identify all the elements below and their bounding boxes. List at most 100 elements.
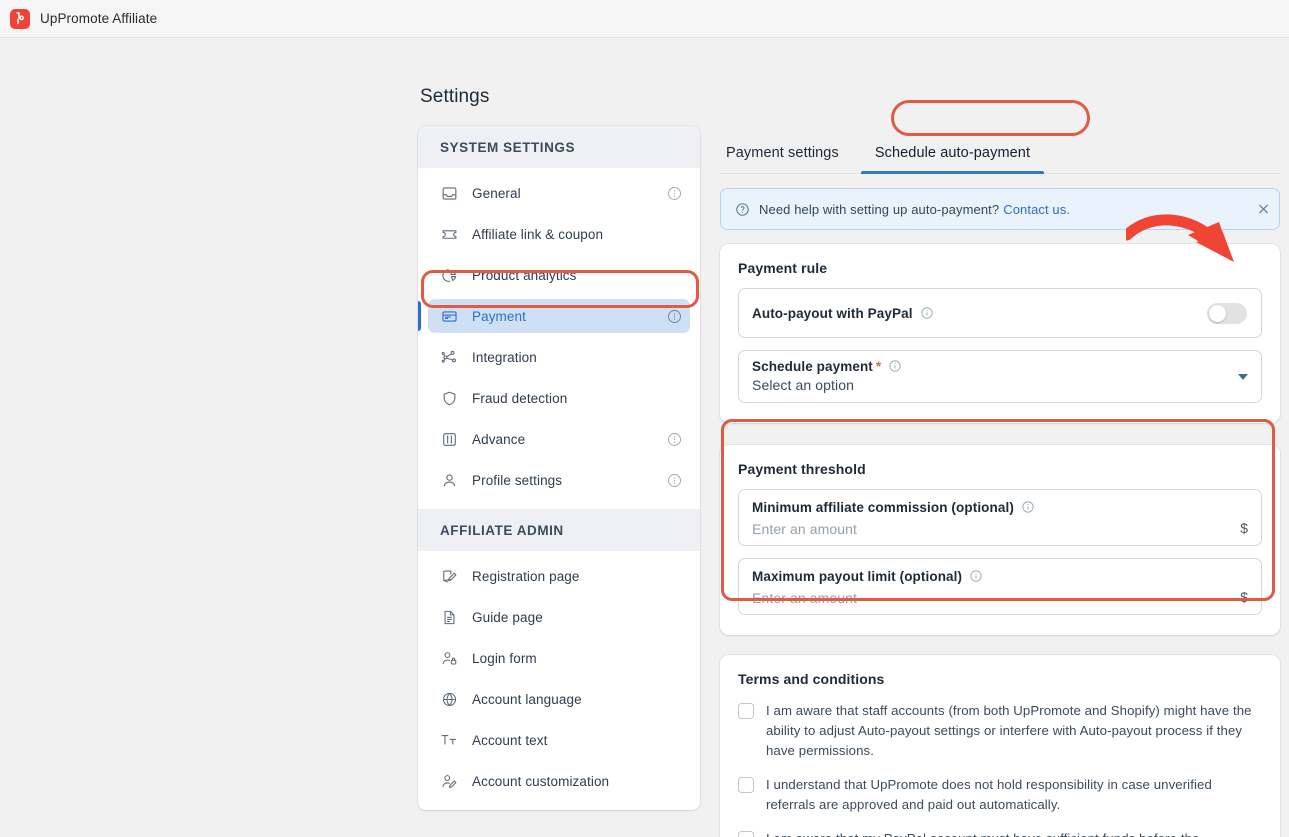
sliders-icon xyxy=(438,428,460,450)
sidebar-item-label: Profile settings xyxy=(472,472,563,488)
toggle-knob xyxy=(1209,304,1226,322)
info-circle-icon[interactable] xyxy=(920,306,934,320)
auto-payout-toggle[interactable] xyxy=(1207,302,1247,324)
sidebar-item-affiliate-link-coupon[interactable]: Affiliate link & coupon xyxy=(428,217,690,251)
minimum-affiliate-commission-field[interactable]: Minimum affiliate commission (optional) … xyxy=(738,489,1262,546)
terms-text: I understand that UpPromote does not hol… xyxy=(766,777,1212,812)
credit-card-icon xyxy=(438,305,460,327)
uppromote-logo-icon xyxy=(10,8,30,29)
terms-text: I am aware that my PayPal account must h… xyxy=(766,829,1262,837)
app-title: UpPromote Affiliate xyxy=(40,11,158,26)
info-circle-icon[interactable] xyxy=(888,359,902,373)
form-edit-icon xyxy=(438,565,460,587)
more-options-icon[interactable] xyxy=(667,473,682,488)
page-title: Settings xyxy=(420,86,490,107)
more-options-icon[interactable] xyxy=(667,432,682,447)
sidebar-item-account-customization[interactable]: Account customization xyxy=(428,764,690,798)
auto-payout-label: Auto-payout with PayPal xyxy=(752,305,913,321)
terms-checkbox-3[interactable] xyxy=(738,831,754,837)
active-indicator-rail xyxy=(418,301,421,331)
minimum-affiliate-commission-input[interactable] xyxy=(752,521,1231,537)
text-format-icon xyxy=(438,729,460,751)
auto-payout-field: Auto-payout with PayPal xyxy=(738,288,1262,338)
payment-rule-title: Payment rule xyxy=(738,260,828,276)
sidebar-item-integration[interactable]: Integration xyxy=(428,340,690,374)
sidebar-item-product-analytics[interactable]: Product analytics xyxy=(428,258,690,292)
more-options-icon[interactable] xyxy=(667,186,682,201)
sidebar-group-affiliate-admin: Registration page Guide page Login form … xyxy=(418,551,700,810)
person-lock-icon xyxy=(438,647,460,669)
close-icon[interactable] xyxy=(1257,203,1270,216)
schedule-payment-select[interactable]: Schedule payment * Select an option xyxy=(738,350,1262,403)
nodes-icon xyxy=(438,346,460,368)
terms-item: I understand that UpPromote does not hol… xyxy=(738,775,1262,815)
ticket-icon xyxy=(438,223,460,245)
info-circle-icon[interactable] xyxy=(969,569,983,583)
sidebar-item-login-form[interactable]: Login form xyxy=(428,641,690,675)
payment-threshold-card: Payment threshold Minimum affiliate comm… xyxy=(720,445,1280,635)
tab-payment-settings[interactable]: Payment settings xyxy=(720,145,845,173)
help-banner-text: Need help with setting up auto-payment? xyxy=(759,201,1000,217)
sidebar-item-account-language[interactable]: Account language xyxy=(428,682,690,716)
help-banner: Need help with setting up auto-payment? … xyxy=(720,188,1280,230)
sidebar-item-label: Account customization xyxy=(472,773,610,789)
terms-title: Terms and conditions xyxy=(738,671,885,687)
sidebar-section-system-settings: SYSTEM SETTINGS xyxy=(418,126,700,168)
sidebar-item-guide-page[interactable]: Guide page xyxy=(428,600,690,634)
pie-chart-icon xyxy=(438,264,460,286)
maximum-payout-limit-input[interactable] xyxy=(752,590,1231,606)
sidebar-item-fraud-detection[interactable]: Fraud detection xyxy=(428,381,690,415)
sidebar-item-label: Advance xyxy=(472,431,526,447)
required-marker: * xyxy=(875,359,882,374)
sidebar-item-advance[interactable]: Advance xyxy=(428,422,690,456)
sidebar-item-profile-settings[interactable]: Profile settings xyxy=(428,463,690,497)
terms-and-conditions-card: Terms and conditions I am aware that sta… xyxy=(720,655,1280,837)
question-circle-icon xyxy=(735,202,750,217)
payment-rule-card: Payment rule Auto-payout with PayPal Sch… xyxy=(720,244,1280,423)
sidebar-section-affiliate-admin: AFFILIATE ADMIN xyxy=(418,509,700,551)
sidebar-item-label: Payment xyxy=(472,308,526,324)
inbox-icon xyxy=(438,182,460,204)
maximum-payout-limit-label: Maximum payout limit (optional) xyxy=(752,569,983,584)
terms-item: I am aware that staff accounts (from bot… xyxy=(738,701,1262,761)
sidebar-group-system-settings: General Affiliate link & coupon Product … xyxy=(418,168,700,509)
page-body: Settings SYSTEM SETTINGS General Affilia… xyxy=(0,38,1289,837)
contact-us-link[interactable]: Contact us. xyxy=(1003,202,1070,217)
sidebar-item-label: Fraud detection xyxy=(472,390,568,406)
schedule-payment-label: Schedule payment * xyxy=(752,359,1227,374)
tab-schedule-auto-payment[interactable]: Schedule auto-payment xyxy=(860,145,1045,174)
schedule-payment-value: Select an option xyxy=(752,377,855,393)
sidebar-item-label: Account language xyxy=(472,691,582,707)
sidebar-item-label: Account text xyxy=(472,732,548,748)
main-panel: Payment settings Schedule auto-payment N… xyxy=(720,126,1280,837)
sidebar-item-account-text[interactable]: Account text xyxy=(428,723,690,757)
sidebar-item-general[interactable]: General xyxy=(428,176,690,210)
currency-symbol: $ xyxy=(1240,589,1248,605)
terms-checkbox-2[interactable] xyxy=(738,777,754,793)
terms-item: I am aware that my PayPal account must h… xyxy=(738,829,1262,837)
sidebar-item-label: Integration xyxy=(472,349,537,365)
maximum-payout-limit-field[interactable]: Maximum payout limit (optional) $ xyxy=(738,558,1262,615)
shield-icon xyxy=(438,387,460,409)
person-icon xyxy=(438,469,460,491)
settings-sidebar: SYSTEM SETTINGS General Affiliate link &… xyxy=(418,126,700,810)
sidebar-item-label: Guide page xyxy=(472,609,543,625)
currency-symbol: $ xyxy=(1240,520,1248,536)
payment-threshold-title: Payment threshold xyxy=(738,461,866,477)
document-icon xyxy=(438,606,460,628)
sidebar-item-label: Product analytics xyxy=(472,267,577,283)
terms-checkbox-1[interactable] xyxy=(738,703,754,719)
more-options-icon[interactable] xyxy=(667,309,682,324)
chevron-down-icon[interactable] xyxy=(1238,373,1248,380)
sidebar-item-label: General xyxy=(472,185,521,201)
globe-icon xyxy=(438,688,460,710)
sidebar-item-label: Affiliate link & coupon xyxy=(472,226,604,242)
person-edit-icon xyxy=(438,770,460,792)
sidebar-item-label: Registration page xyxy=(472,568,580,584)
terms-text: I am aware that staff accounts (from bot… xyxy=(766,703,1252,758)
sidebar-item-registration-page[interactable]: Registration page xyxy=(428,559,690,593)
minimum-affiliate-commission-label: Minimum affiliate commission (optional) xyxy=(752,500,1035,515)
info-circle-icon[interactable] xyxy=(1021,500,1035,514)
sidebar-item-payment[interactable]: Payment xyxy=(418,299,690,333)
app-topbar: UpPromote Affiliate xyxy=(0,0,1289,38)
